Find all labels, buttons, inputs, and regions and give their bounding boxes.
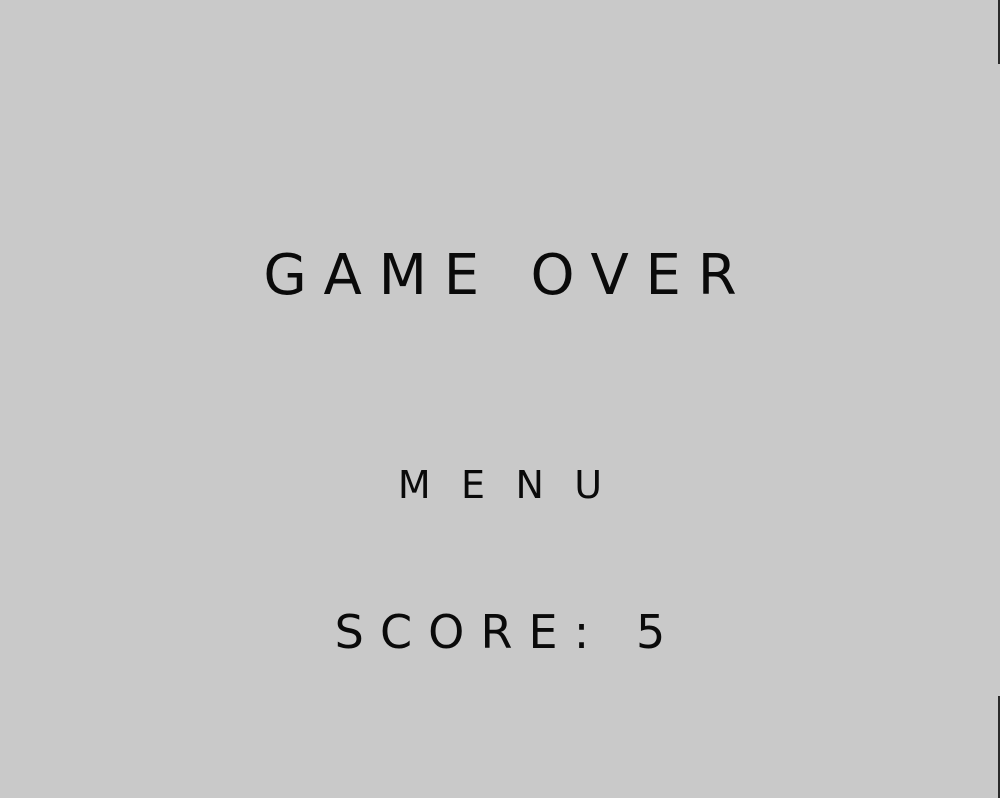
score-label: SCORE: — [334, 605, 606, 659]
score-display: SCORE: 5 — [0, 602, 1000, 662]
game-over-screen: GAME OVER MENU SCORE: 5 — [0, 0, 1000, 798]
game-over-title: GAME OVER — [263, 243, 754, 308]
score-value: 5 — [636, 605, 682, 659]
menu-button[interactable]: MENU — [360, 458, 640, 512]
